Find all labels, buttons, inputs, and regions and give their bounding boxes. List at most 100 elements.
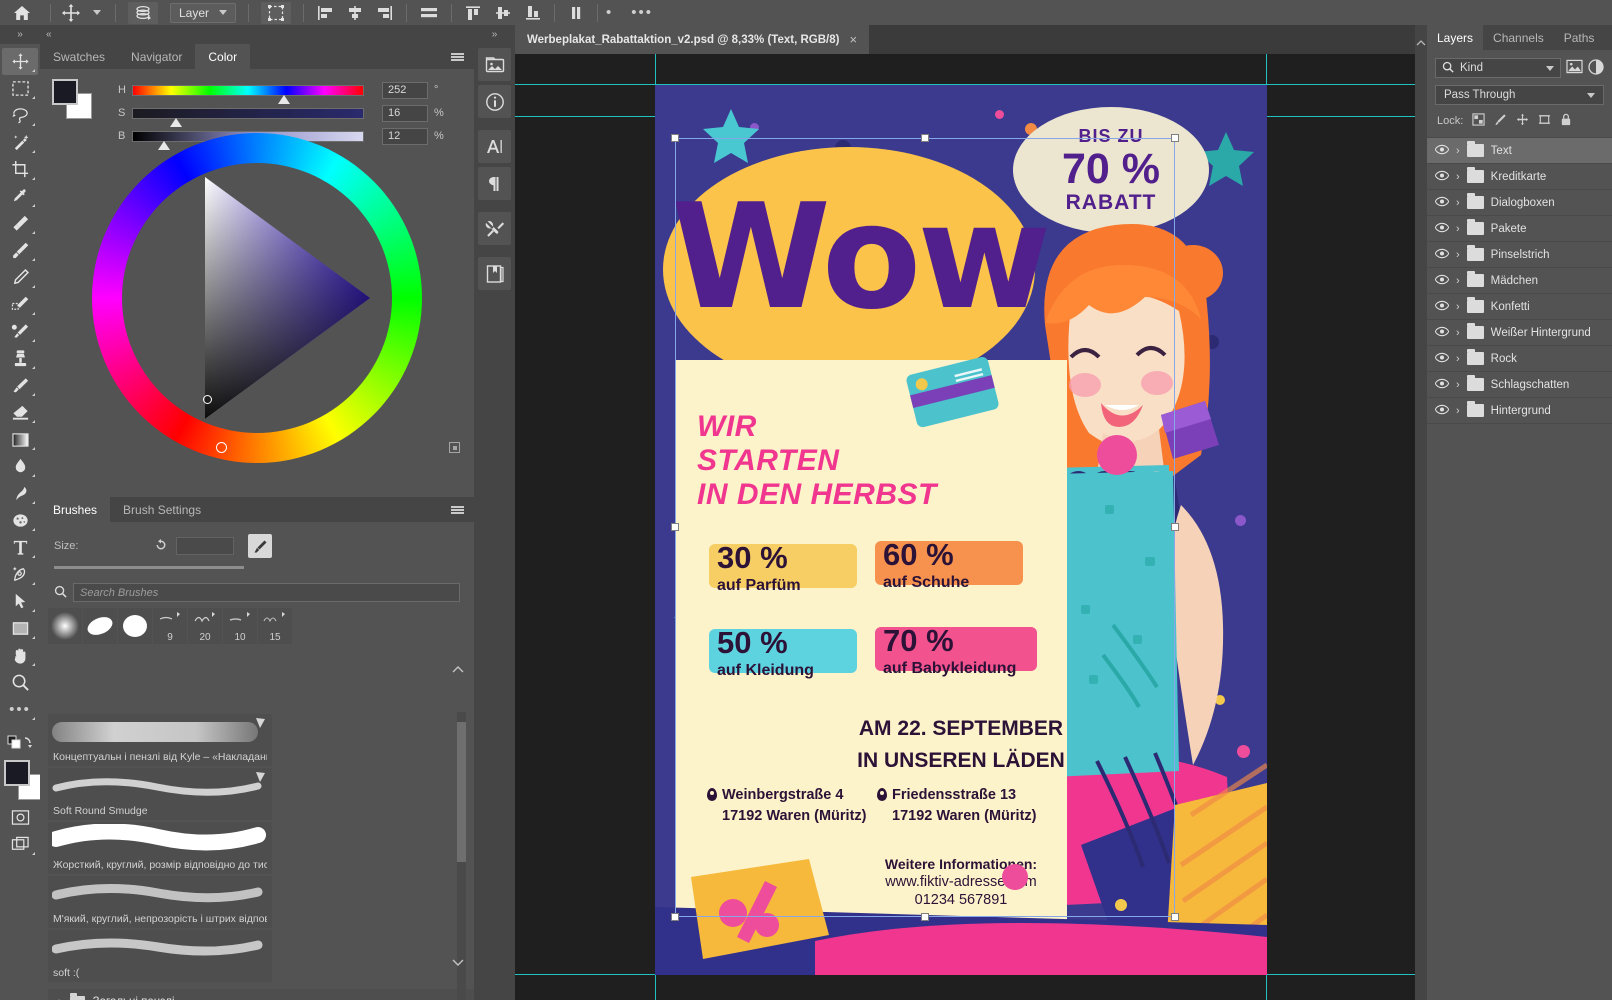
auto-select-layers-button[interactable] [122,0,164,25]
brush-preview-icon[interactable] [248,534,272,558]
distribute-vertically-button[interactable] [561,0,591,25]
document-tab[interactable]: Werbeplakat_Rabattaktion_v2.psd @ 8,33% … [515,25,870,54]
auto-select-scope-select[interactable]: Layer [164,0,242,25]
rectangle-tool[interactable] [2,615,38,642]
rectangular-marquee-tool[interactable] [2,75,38,102]
clone-stamp-source-tool[interactable] [2,291,38,318]
move-tool-button[interactable] [57,0,85,25]
eyedropper-tool[interactable] [2,183,38,210]
chevron-right-icon[interactable]: › [1456,223,1460,235]
left-dock-collapse[interactable]: » [0,25,40,44]
history-brush-tool[interactable] [2,318,38,345]
brush-thumbnail[interactable] [48,608,82,644]
eye-icon[interactable] [1434,326,1450,340]
tab-navigator[interactable]: Navigator [118,44,195,69]
lock-all-icon[interactable] [1560,113,1572,129]
chevron-right-icon[interactable]: › [1456,327,1460,339]
eye-icon[interactable] [1434,274,1450,288]
transform-handle-tl[interactable] [671,134,679,142]
color-dock-collapse[interactable]: « [40,25,474,44]
color-wheel[interactable] [92,133,422,463]
clone-stamp-tool[interactable] [2,345,38,372]
eye-icon[interactable] [1434,378,1450,392]
chevron-right-icon[interactable]: › [1456,379,1460,391]
tab-brushes[interactable]: Brushes [40,497,111,522]
hand-tool[interactable] [2,642,38,669]
align-bottom-edges-button[interactable] [518,0,548,25]
blur-tool[interactable] [2,453,38,480]
tab-paths[interactable]: Paths [1554,25,1605,50]
notes-icon[interactable] [478,257,511,290]
chevron-right-icon[interactable]: › [1456,171,1460,183]
pen-tool[interactable] [2,561,38,588]
icon-strip-collapse[interactable]: » [474,25,515,44]
foreground-color-swatch[interactable] [4,760,30,786]
blend-mode-select[interactable]: Pass Through [1435,85,1604,105]
quick-mask-button[interactable] [2,804,38,831]
brushes-panel-menu-button[interactable] [441,497,474,522]
eye-icon[interactable] [1434,144,1450,158]
tab-layers[interactable]: Layers [1427,25,1484,50]
tab-swatches[interactable]: Swatches [40,44,118,69]
brush-list-item[interactable]: Концептуальн і пензлі від Kyle – «Наклад… [48,714,272,766]
filter-adjustment-layers-icon[interactable] [1588,58,1604,78]
transform-handle-tc[interactable] [921,134,929,142]
align-right-edges-button[interactable] [370,0,400,25]
color-panel-fg-bg[interactable] [52,79,92,119]
reset-brush-size-icon[interactable] [154,538,168,555]
close-icon[interactable]: × [849,32,857,47]
eye-icon[interactable] [1434,352,1450,366]
foreground-color-swatch[interactable] [52,79,78,105]
align-left-edges-button[interactable] [310,0,340,25]
layer-filter-kind-select[interactable]: Kind [1435,58,1561,78]
lasso-tool[interactable] [2,102,38,129]
brush-list-collapse-icon[interactable] [452,663,464,677]
lock-image-icon[interactable] [1494,113,1507,129]
sponge-tool[interactable] [2,507,38,534]
distribute-horizontally-button[interactable] [413,0,445,25]
brush-panel-scroll-down-icon[interactable] [452,956,464,970]
layer-row-hintergrund[interactable]: › Hintergrund [1427,398,1612,424]
layer-row-konfetti[interactable]: › Konfetti [1427,294,1612,320]
layer-row-kreditkarte[interactable]: › Kreditkarte [1427,164,1612,190]
transform-handle-ml[interactable] [671,523,679,531]
chevron-right-icon[interactable]: › [1456,145,1460,157]
lock-transparency-icon[interactable] [1472,113,1485,129]
gradient-tool[interactable] [2,426,38,453]
brush-thumbnail[interactable]: 15 [258,608,292,644]
lock-position-icon[interactable] [1516,113,1529,129]
saturation-brightness-triangle[interactable] [92,133,422,463]
transform-handle-mr[interactable] [1171,523,1179,531]
eye-icon[interactable] [1434,170,1450,184]
show-transform-controls-button[interactable] [255,0,297,25]
type-tool[interactable] [2,534,38,561]
layer-row-maedchen[interactable]: › Mädchen [1427,268,1612,294]
art-history-brush-tool[interactable] [2,372,38,399]
eraser-tool[interactable] [2,399,38,426]
align-vertical-centers-button[interactable] [488,0,518,25]
info-icon[interactable] [478,85,511,118]
eye-icon[interactable] [1434,404,1450,418]
tools-icon[interactable] [478,212,511,245]
chevron-right-icon[interactable]: › [1456,301,1460,313]
tab-channels[interactable]: Channels [1483,25,1554,50]
spot-healing-brush-tool[interactable] [2,210,38,237]
libraries-icon[interactable] [478,48,511,81]
pencil-tool[interactable] [2,264,38,291]
brush-tool[interactable] [2,237,38,264]
layer-row-rock[interactable]: › Rock [1427,346,1612,372]
character-icon[interactable] [478,130,511,163]
brush-list-item[interactable]: М'який, круглий, непрозорість і штрих ві… [48,876,272,928]
saturation-slider-track[interactable] [132,107,364,127]
transform-handle-tr[interactable] [1171,134,1179,142]
chevron-right-icon[interactable]: › [58,996,62,1000]
object-selection-tool[interactable] [2,129,38,156]
move-tool-options-chevron[interactable] [85,0,109,25]
dodge-tool[interactable] [2,480,38,507]
brush-size-slider[interactable] [54,566,244,569]
transform-handle-bc[interactable] [921,913,929,921]
brush-thumbnail[interactable]: 20 [188,608,222,644]
foreground-background-colors[interactable] [4,760,44,800]
chevron-right-icon[interactable]: › [1456,275,1460,287]
color-panel-menu-button[interactable] [441,44,474,69]
